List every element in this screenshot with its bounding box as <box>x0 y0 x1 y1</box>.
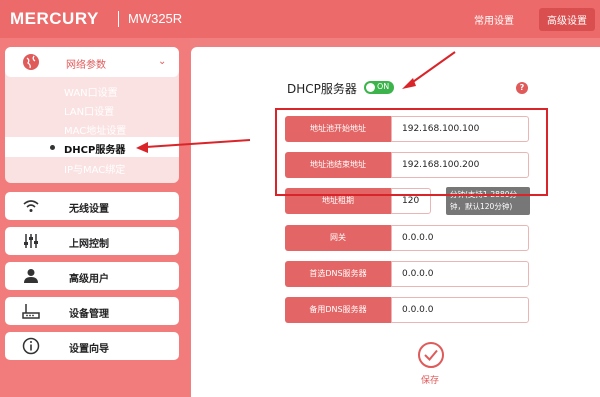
primary-dns-input[interactable]: 0.0.0.0 <box>391 261 529 287</box>
sidebar-sub-lan[interactable]: LAN口设置 <box>64 103 114 118</box>
globe-icon <box>23 54 39 70</box>
sidebar-item-setup-wizard[interactable]: 设置向导 <box>5 332 179 360</box>
dhcp-toggle[interactable]: ON <box>364 81 394 94</box>
sidebar-item-access-control[interactable]: 上网控制 <box>5 227 179 255</box>
top-bar: MERCURY MW325R 常用设置 高级设置 <box>0 0 600 38</box>
advanced-settings-button[interactable]: 高级设置 <box>539 8 595 31</box>
sidebar-item-device-management[interactable]: 设备管理 <box>5 297 179 325</box>
sidebar-item-label: 无线设置 <box>69 204 109 215</box>
main-panel <box>191 47 600 397</box>
sidebar-item-label: 高级用户 <box>69 274 109 285</box>
active-dot <box>50 145 55 150</box>
save-label: 保存 <box>421 376 440 386</box>
page-title: DHCP服务器 <box>287 82 357 96</box>
nav-group-header[interactable]: 网络参数 ⌄ <box>5 47 179 77</box>
toggle-label: ON <box>377 82 390 91</box>
help-icon[interactable]: ? <box>516 82 528 94</box>
router-icon <box>22 304 40 319</box>
field-row-gateway: 网关 0.0.0.0 <box>285 225 529 251</box>
chevron-down-icon: ⌄ <box>158 56 167 67</box>
field-row-secondary-dns: 备用DNS服务器 0.0.0.0 <box>285 297 529 323</box>
sidebar-sub-ipmac[interactable]: IP与MAC绑定 <box>64 161 125 176</box>
field-label: 备用DNS服务器 <box>285 297 391 323</box>
sidebar-sub-dhcp[interactable]: DHCP服务器 <box>64 141 125 156</box>
save-button[interactable] <box>418 342 444 368</box>
field-row-primary-dns: 首选DNS服务器 0.0.0.0 <box>285 261 529 287</box>
gateway-input[interactable]: 0.0.0.0 <box>391 225 529 251</box>
field-label: 网关 <box>285 225 391 251</box>
common-settings-link[interactable]: 常用设置 <box>474 12 514 27</box>
check-icon <box>424 349 438 361</box>
sidebar-sub-mac[interactable]: MAC地址设置 <box>64 122 126 137</box>
sliders-icon <box>24 234 38 248</box>
field-label: 首选DNS服务器 <box>285 261 391 287</box>
brand-logo: MERCURY <box>10 9 99 28</box>
sidebar-sub-wan[interactable]: WAN口设置 <box>64 84 118 99</box>
wifi-icon <box>23 200 39 212</box>
nav-group-label: 网络参数 <box>66 60 106 71</box>
sidebar-item-label: 设备管理 <box>69 309 109 320</box>
sidebar-item-label: 设置向导 <box>69 344 109 355</box>
model-name: MW325R <box>128 11 183 26</box>
secondary-dns-input[interactable]: 0.0.0.0 <box>391 297 529 323</box>
user-icon <box>24 269 38 283</box>
sidebar-item-label: 上网控制 <box>69 239 109 250</box>
annotation-box <box>275 108 548 196</box>
info-icon <box>22 337 40 355</box>
divider <box>118 11 119 27</box>
sidebar-item-wireless[interactable]: 无线设置 <box>5 192 179 220</box>
toggle-knob <box>366 83 375 92</box>
sidebar-item-advanced-user[interactable]: 高级用户 <box>5 262 179 290</box>
